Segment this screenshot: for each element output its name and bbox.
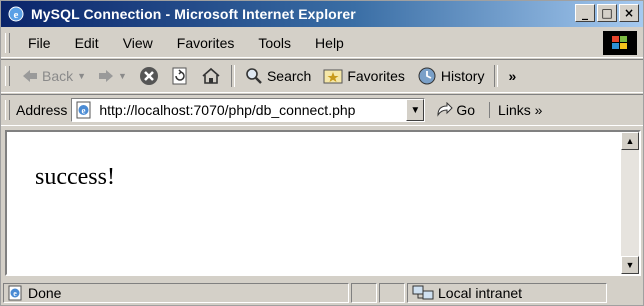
history-icon [418, 67, 436, 85]
menu-edit[interactable]: Edit [63, 35, 111, 51]
svg-text:e: e [14, 9, 19, 21]
status-bar: e Done Local intranet [1, 280, 643, 306]
home-icon [202, 67, 220, 84]
favorites-label: Favorites [347, 68, 405, 84]
favorites-button[interactable]: Favorites [317, 68, 411, 84]
menu-view[interactable]: View [111, 35, 165, 51]
browser-window: e MySQL Connection - Microsoft Internet … [0, 0, 644, 306]
local-intranet-icon [412, 285, 434, 300]
stop-button[interactable] [133, 66, 165, 86]
menu-bar: File Edit View Favorites Tools Help [1, 29, 643, 58]
page-content: success! ▲ ▼ [5, 130, 641, 276]
history-label: History [440, 68, 485, 84]
history-button[interactable]: History [411, 67, 491, 85]
zone-panel: Local intranet [407, 283, 607, 303]
toolbar-grip [5, 66, 10, 86]
back-arrow-icon [23, 70, 37, 82]
page-icon: e [76, 101, 91, 119]
windows-flag-icon [603, 31, 637, 55]
status-text: Done [28, 285, 62, 301]
address-dropdown-icon[interactable]: ▼ [406, 99, 425, 121]
page-done-icon: e [8, 285, 22, 301]
favorites-icon [323, 69, 343, 84]
toolbar-overflow-chevron-icon[interactable]: » [502, 68, 522, 84]
ie-logo-icon: e [8, 6, 24, 22]
back-dropdown-icon[interactable]: ▼ [77, 71, 86, 81]
menu-grip [5, 33, 10, 53]
page-text: success! [35, 164, 115, 190]
go-button[interactable]: Go [435, 102, 475, 118]
links-button[interactable]: Links » [489, 102, 542, 118]
go-label: Go [456, 102, 476, 118]
address-url: http://localhost:7070/php/db_connect.php [99, 102, 356, 118]
address-label: Address [16, 102, 68, 118]
status-pane-2 [379, 283, 405, 303]
address-input[interactable]: e http://localhost:7070/php/db_connect.p… [71, 98, 426, 122]
forward-arrow-icon [99, 70, 114, 82]
refresh-icon [172, 67, 187, 85]
menu-file[interactable]: File [16, 35, 63, 51]
minimize-button[interactable]: _ [575, 4, 595, 22]
svg-text:e: e [82, 106, 86, 116]
window-title: MySQL Connection - Microsoft Internet Ex… [31, 6, 356, 22]
title-bar[interactable]: e MySQL Connection - Microsoft Internet … [1, 1, 643, 27]
close-button[interactable]: × [619, 4, 639, 22]
search-button[interactable]: Search [239, 67, 317, 85]
forward-dropdown-icon[interactable]: ▼ [118, 71, 127, 81]
status-main: e Done [3, 283, 349, 303]
back-button[interactable]: Back ▼ [16, 68, 92, 84]
address-grip [5, 100, 10, 120]
go-arrow-icon [437, 102, 454, 117]
status-pane-1 [351, 283, 377, 303]
search-icon [246, 68, 262, 84]
scroll-up-icon[interactable]: ▲ [621, 132, 639, 150]
menu-favorites[interactable]: Favorites [165, 35, 247, 51]
zone-text: Local intranet [438, 285, 523, 301]
home-button[interactable] [195, 67, 227, 85]
refresh-button[interactable] [165, 67, 195, 85]
address-bar: Address e http://localhost:7070/php/db_c… [1, 94, 643, 126]
search-label: Search [266, 68, 312, 84]
menu-help[interactable]: Help [303, 35, 356, 51]
scroll-down-icon[interactable]: ▼ [621, 256, 639, 274]
stop-icon [139, 67, 158, 85]
back-label: Back [42, 68, 74, 84]
svg-text:e: e [13, 289, 17, 298]
maximize-button[interactable]: □ [597, 4, 617, 22]
vertical-scrollbar[interactable]: ▲ ▼ [621, 132, 639, 274]
standard-toolbar: Back ▼ ▼ Search Favorites History » [1, 59, 643, 93]
forward-button[interactable]: ▼ [92, 69, 133, 83]
menu-tools[interactable]: Tools [246, 35, 303, 51]
